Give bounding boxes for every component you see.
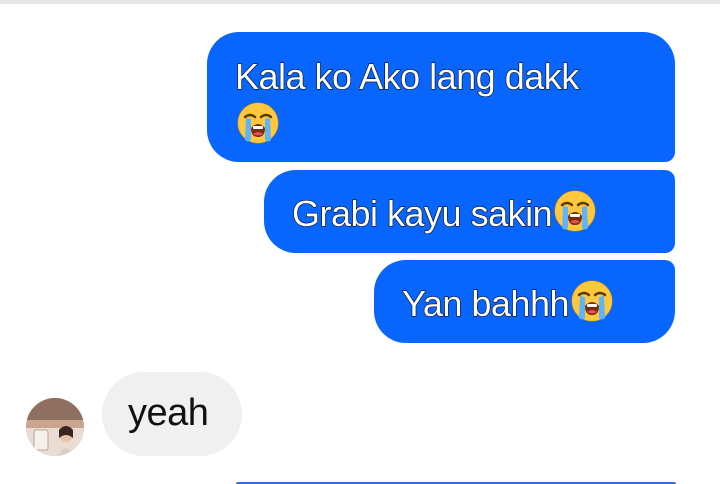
- message-text: Yan bahhh: [402, 283, 571, 325]
- message-text: Kala ko Ako lang dakk: [235, 56, 580, 98]
- message-text: Grabi kayu sakin: [291, 193, 553, 235]
- outgoing-message-bubble[interactable]: Kala ko Ako lang dakk: [207, 32, 675, 162]
- outgoing-message-bubble[interactable]: Yan bahhh: [374, 260, 675, 343]
- outgoing-message-bubble[interactable]: Grabi kayu sakin: [264, 170, 675, 253]
- loudly-crying-face-icon: [569, 278, 615, 324]
- contact-avatar[interactable]: [26, 398, 84, 456]
- message-text: yeah: [128, 392, 209, 434]
- message-thread: Kala ko Ako lang dakk Grabi kayu sakin Y…: [0, 0, 720, 484]
- loudly-crying-face-icon: [552, 188, 598, 234]
- incoming-message-bubble[interactable]: yeah: [102, 372, 242, 456]
- loudly-crying-face-icon: [235, 100, 281, 146]
